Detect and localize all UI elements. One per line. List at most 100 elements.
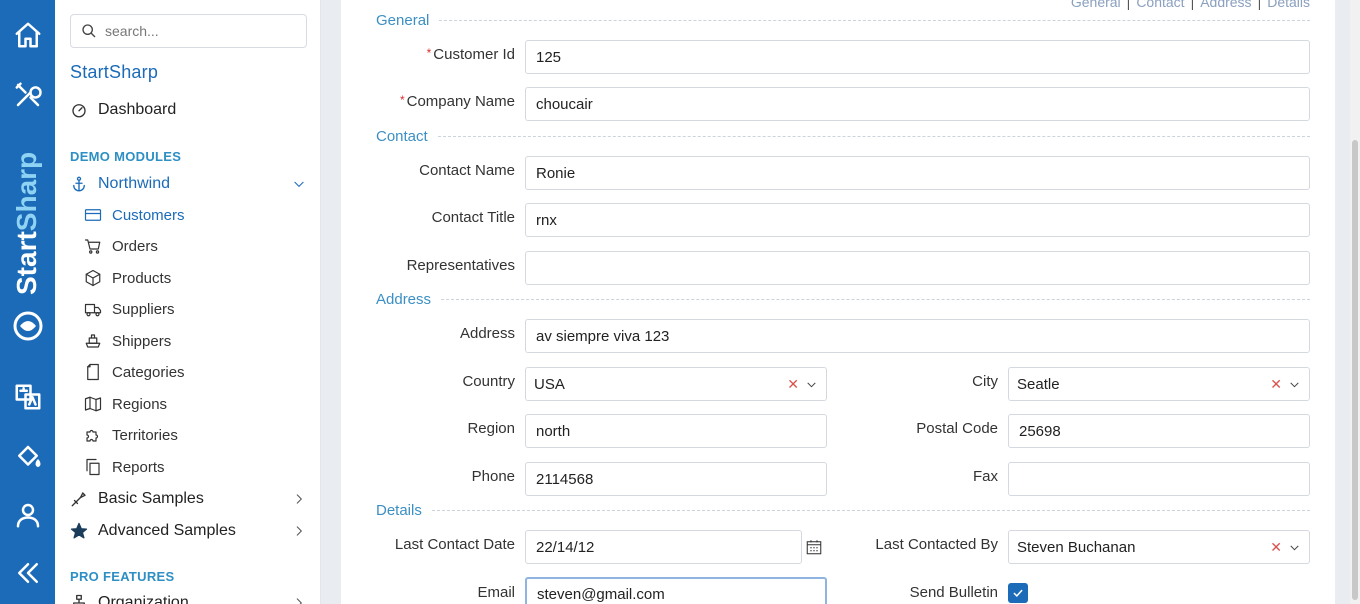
company-name-label: * Company Name bbox=[399, 93, 515, 110]
category-general: General bbox=[360, 12, 1310, 29]
last-contact-date-label: Last Contact Date bbox=[394, 536, 515, 553]
dashboard-icon bbox=[72, 104, 86, 118]
sidebar-item-label: Regions bbox=[112, 395, 168, 413]
nav-organization[interactable]: Organization bbox=[70, 594, 306, 604]
chevron-right-icon bbox=[292, 524, 306, 542]
region-label: Region bbox=[467, 420, 515, 437]
demo-modules-header: DEMO MODULES bbox=[70, 149, 182, 164]
sidebar: StartSharp Dashboard DEMO MODULES Northw… bbox=[55, 0, 321, 604]
last-contacted-by-select[interactable]: Steven Buchanan ✕ bbox=[1008, 530, 1310, 564]
phone-label: Phone bbox=[471, 468, 515, 485]
left-rail: StartSharp bbox=[0, 0, 55, 604]
puzzle-icon bbox=[86, 429, 99, 442]
wand-icon bbox=[71, 492, 86, 507]
cart-icon bbox=[84, 239, 101, 254]
org-icon bbox=[73, 594, 85, 604]
category-contact: Contact bbox=[360, 128, 1310, 145]
last-contact-date-field[interactable]: 22/14/12 bbox=[525, 530, 802, 564]
language-icon[interactable] bbox=[0, 377, 55, 417]
category-address: Address bbox=[360, 291, 1310, 308]
sidebar-item-reports[interactable]: Reports bbox=[84, 458, 165, 476]
svg-text:StartSharp: StartSharp bbox=[11, 152, 42, 295]
link-details[interactable]: Details bbox=[1267, 0, 1310, 10]
sidebar-item-territories[interactable]: Territories bbox=[84, 426, 178, 444]
nav-advanced-samples[interactable]: Advanced Samples bbox=[70, 522, 306, 540]
nav-dashboard[interactable]: Dashboard bbox=[70, 101, 176, 119]
link-contact[interactable]: Contact bbox=[1136, 0, 1184, 10]
customer-id-label: * Customer Id bbox=[426, 46, 515, 63]
representatives-field[interactable] bbox=[525, 251, 1310, 285]
chevron-down-icon bbox=[807, 382, 816, 387]
address-label: Address bbox=[459, 325, 515, 342]
postal-code-field[interactable]: 25698 bbox=[1008, 414, 1310, 448]
tools-icon[interactable] bbox=[0, 75, 55, 115]
chevron-right-icon bbox=[292, 492, 306, 510]
sidebar-item-label: Categories bbox=[112, 363, 185, 381]
phone-field[interactable]: 2114568 bbox=[525, 462, 827, 496]
category-links: General | Contact | Address | Details bbox=[1071, 0, 1310, 10]
clear-icon[interactable]: ✕ bbox=[1270, 539, 1282, 556]
calendar-icon[interactable] bbox=[805, 538, 823, 556]
send-bulletin-checkbox[interactable] bbox=[1008, 583, 1028, 603]
clear-icon[interactable]: ✕ bbox=[787, 376, 799, 393]
postal-code-label: Postal Code bbox=[916, 420, 998, 437]
user-icon[interactable] bbox=[0, 495, 55, 535]
pro-features-header: PRO FEATURES bbox=[70, 569, 175, 584]
sidebar-item-label: Reports bbox=[112, 458, 165, 476]
search-box[interactable] bbox=[70, 14, 307, 48]
nav-basic-samples-label: Basic Samples bbox=[98, 490, 204, 507]
send-bulletin-label: Send Bulletin bbox=[909, 584, 998, 601]
company-name-field[interactable]: choucair bbox=[525, 87, 1310, 121]
address-field[interactable]: av siempre viva 123 bbox=[525, 319, 1310, 353]
scrollbar[interactable] bbox=[1350, 0, 1360, 604]
sidebar-item-suppliers[interactable]: Suppliers bbox=[84, 300, 175, 318]
contact-title-field[interactable]: rnx bbox=[525, 203, 1310, 237]
nav-advanced-samples-label: Advanced Samples bbox=[98, 522, 236, 539]
nav-dashboard-label: Dashboard bbox=[98, 101, 177, 118]
search-input[interactable] bbox=[105, 23, 295, 39]
email-field[interactable]: steven@gmail.com bbox=[525, 577, 827, 604]
brand-logo: StartSharp bbox=[6, 140, 50, 350]
ship-icon bbox=[85, 334, 101, 348]
chevron-down-icon bbox=[292, 177, 306, 195]
sidebar-item-label: Orders bbox=[112, 237, 158, 255]
category-title: General bbox=[360, 12, 440, 29]
nav-northwind[interactable]: Northwind bbox=[70, 175, 306, 193]
category-title: Address bbox=[360, 291, 442, 308]
contact-title-label: Contact Title bbox=[431, 209, 515, 226]
contact-name-label: Contact Name bbox=[419, 162, 515, 179]
sidebar-item-regions[interactable]: Regions bbox=[84, 395, 167, 413]
fax-field[interactable] bbox=[1008, 462, 1310, 496]
link-address[interactable]: Address bbox=[1200, 0, 1251, 10]
sidebar-item-orders[interactable]: Orders bbox=[84, 237, 158, 255]
paint-bucket-icon[interactable] bbox=[0, 437, 55, 477]
customer-id-field[interactable]: 125 bbox=[525, 40, 1310, 74]
fax-label: Fax bbox=[972, 468, 998, 485]
city-label: City bbox=[972, 373, 998, 390]
anchor-icon bbox=[73, 176, 85, 192]
country-select[interactable]: USA ✕ bbox=[525, 367, 827, 401]
city-select[interactable]: Seatle ✕ bbox=[1008, 367, 1310, 401]
clear-icon[interactable]: ✕ bbox=[1270, 376, 1282, 393]
region-field[interactable]: north bbox=[525, 414, 827, 448]
sidebar-item-products[interactable]: Products bbox=[84, 269, 171, 287]
sidebar-item-customers[interactable]: Customers bbox=[84, 206, 185, 224]
link-general[interactable]: General bbox=[1071, 0, 1121, 10]
contact-name-field[interactable]: Ronie bbox=[525, 156, 1310, 190]
copy-icon bbox=[86, 458, 100, 476]
sidebar-item-label: Territories bbox=[112, 426, 178, 444]
card-icon bbox=[84, 209, 102, 221]
category-title: Details bbox=[360, 502, 432, 519]
scrollbar-thumb[interactable] bbox=[1352, 140, 1358, 600]
app-title[interactable]: StartSharp bbox=[70, 62, 158, 83]
collapse-icon[interactable] bbox=[0, 553, 55, 593]
nav-basic-samples[interactable]: Basic Samples bbox=[70, 490, 306, 508]
nav-northwind-label: Northwind bbox=[98, 175, 171, 192]
home-icon[interactable] bbox=[0, 15, 55, 55]
category-details: Details bbox=[360, 502, 1310, 519]
sidebar-item-label: Suppliers bbox=[112, 300, 175, 318]
sidebar-item-label: Customers bbox=[112, 206, 185, 224]
sidebar-item-shippers[interactable]: Shippers bbox=[84, 332, 171, 350]
sidebar-item-label: Products bbox=[112, 269, 172, 287]
sidebar-item-categories[interactable]: Categories bbox=[84, 363, 185, 381]
